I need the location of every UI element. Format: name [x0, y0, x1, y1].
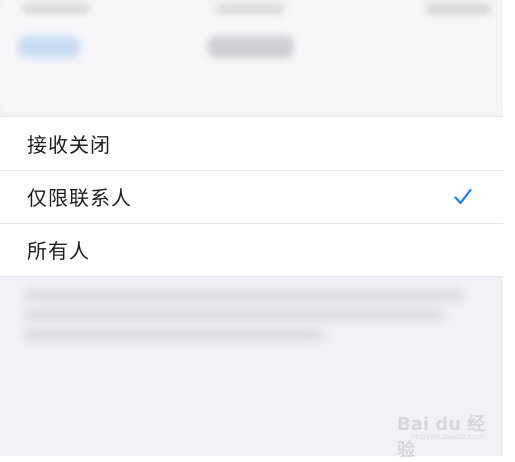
option-label: 接收关闭 — [27, 133, 111, 157]
options-list: 接收关闭 仅限联系人 所有人 — [0, 116, 503, 277]
option-contacts-only[interactable]: 仅限联系人 — [0, 170, 503, 223]
settings-screen: 接收关闭 仅限联系人 所有人 — [0, 0, 503, 456]
status-time — [215, 4, 285, 14]
footer-line — [24, 290, 464, 300]
image-border-right — [503, 0, 515, 462]
option-everyone[interactable]: 所有人 — [0, 223, 503, 276]
nav-title — [208, 36, 294, 58]
blurred-header — [0, 0, 503, 112]
option-label: 仅限联系人 — [27, 186, 132, 210]
status-battery — [425, 4, 491, 14]
footer-line — [24, 310, 444, 320]
checkmark-icon — [454, 188, 472, 204]
option-label: 所有人 — [27, 239, 90, 263]
footer-line — [24, 330, 324, 340]
baidu-watermark: Bai du 经验 jingyan.baidu.com — [397, 404, 497, 461]
status-bar — [0, 0, 503, 22]
back-button[interactable] — [18, 36, 80, 58]
watermark-url: jingyan.baidu.com — [411, 432, 485, 441]
option-receiving-off[interactable]: 接收关闭 — [0, 117, 503, 170]
status-carrier — [22, 4, 90, 14]
blurred-footer-description — [18, 286, 478, 356]
